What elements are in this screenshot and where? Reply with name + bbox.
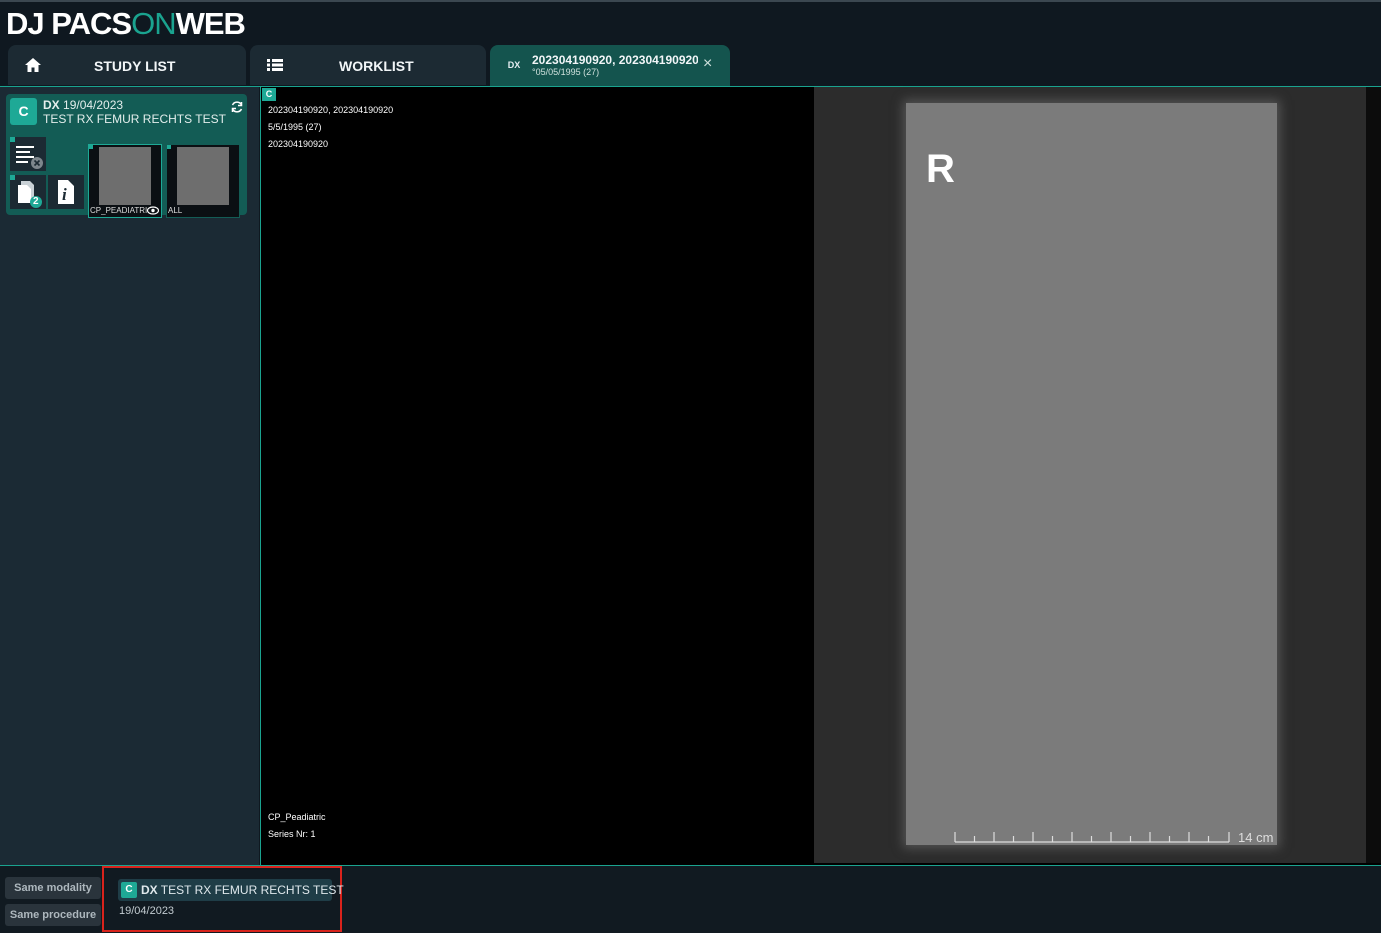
tab-bar: STUDY LIST WORKLIST DX 202304190920, 202… [0, 45, 1381, 87]
documents-count-badge: 2 [33, 196, 39, 207]
thumbnail-label: CP_PEADIATRIC [90, 206, 148, 215]
documents-button[interactable]: 2 [10, 175, 46, 209]
scale-ruler [954, 832, 1230, 843]
tab-study-title: 202304190920, 202304190920 [532, 53, 698, 67]
related-study-badge: C [121, 882, 137, 898]
tab-active-study[interactable]: DX 202304190920, 202304190920 °05/05/199… [490, 45, 730, 86]
image-viewport[interactable]: C 202304190920, 202304190920 5/5/1995 (2… [260, 87, 1381, 865]
thumb-corner-marker [89, 145, 93, 149]
tool-corner-marker [10, 137, 15, 142]
xray-image: R 14 cm [814, 87, 1367, 863]
viewport-status-badge: C [262, 88, 276, 101]
overlay-series-description: CP_Peadiatric [268, 812, 326, 822]
logo-text-left: DJ PACS [6, 6, 132, 41]
tab-study-list-label: STUDY LIST [94, 58, 176, 74]
logo-text-on: ON [131, 6, 176, 41]
tab-study-list[interactable]: STUDY LIST [8, 45, 246, 85]
related-study-header: C DX TEST RX FEMUR RECHTS TEST [118, 879, 344, 901]
same-procedure-button[interactable]: Same procedure [5, 904, 101, 926]
related-study-description: TEST RX FEMUR RECHTS TEST [160, 883, 344, 897]
top-border [0, 0, 1381, 2]
refresh-icon[interactable] [230, 100, 244, 114]
thumbnail-image [99, 147, 151, 205]
overlay-birthdate: 5/5/1995 (27) [268, 122, 322, 132]
detector-plate [906, 103, 1277, 845]
thumb-corner-marker [167, 145, 171, 149]
series-thumbnail[interactable]: ALL [166, 144, 240, 218]
study-header: DX 19/04/2023 [43, 98, 123, 112]
laterality-marker: R [926, 147, 955, 191]
tool-corner-marker [10, 175, 15, 180]
app-logo: DJ PACS ON WEB [6, 6, 246, 42]
thumbnail-image [177, 147, 229, 205]
report-list-button[interactable] [10, 137, 46, 171]
related-study-title: DX TEST RX FEMUR RECHTS TEST [141, 883, 344, 897]
close-tab-icon[interactable]: × [703, 55, 712, 73]
documents-icon [18, 181, 42, 208]
series-thumbnail[interactable]: CP_PEADIATRIC [88, 144, 162, 218]
tab-modality-badge: DX [507, 60, 521, 70]
study-description: TEST RX FEMUR RECHTS TEST [43, 112, 226, 126]
logo-text-right: WEB [175, 6, 246, 41]
overlay-series-number: Series Nr: 1 [268, 829, 316, 839]
report-clear-icon [16, 146, 43, 169]
tab-worklist[interactable]: WORKLIST [250, 45, 486, 85]
scale-label: 14 cm [1238, 830, 1274, 845]
study-modality: DX [43, 98, 60, 112]
tab-worklist-label: WORKLIST [339, 58, 414, 74]
home-icon [25, 58, 41, 72]
study-sidebar: C DX 19/04/2023 TEST RX FEMUR RECHTS TES… [0, 87, 259, 865]
same-modality-button[interactable]: Same modality [5, 877, 101, 899]
study-date: 19/04/2023 [63, 98, 124, 112]
study-card[interactable]: C DX 19/04/2023 TEST RX FEMUR RECHTS TES… [6, 94, 247, 218]
eye-icon [147, 206, 159, 215]
list-icon [267, 59, 283, 71]
info-button[interactable]: i [48, 175, 84, 209]
thumbnail-label: ALL [168, 206, 183, 215]
tab-study-subtitle: °05/05/1995 (27) [532, 67, 600, 77]
study-status-badge: C [10, 98, 37, 125]
overlay-accession: 202304190920 [268, 139, 329, 149]
info-glyph: i [62, 185, 67, 204]
viewport-edge [1366, 87, 1381, 863]
related-study-modality: DX [141, 883, 158, 897]
related-study-date: 19/04/2023 [119, 905, 175, 917]
related-studies-bar: Same modality Same procedure C DX TEST R… [0, 866, 1381, 933]
related-study-card[interactable]: C DX TEST RX FEMUR RECHTS TEST 19/04/202… [102, 866, 344, 932]
overlay-patient-id: 202304190920, 202304190920 [268, 105, 394, 115]
